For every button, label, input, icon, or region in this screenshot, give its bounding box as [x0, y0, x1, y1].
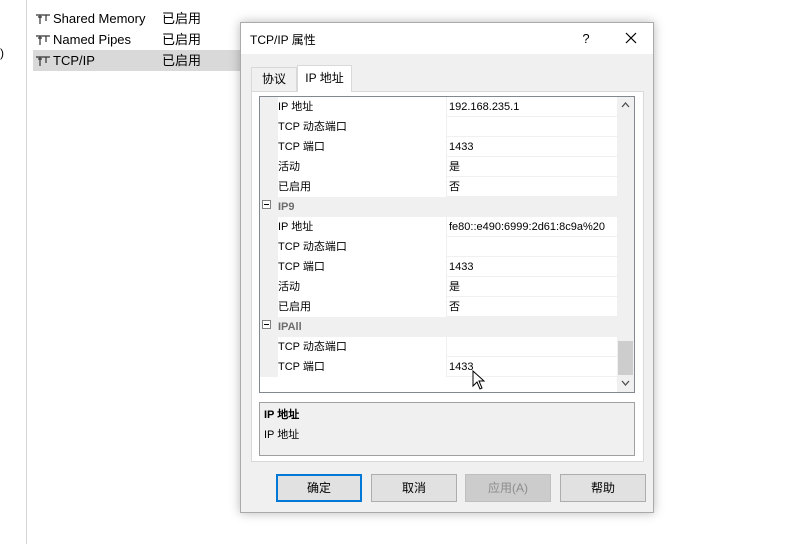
property-grid: IP 地址 192.168.235.1 TCP 动态端口 TCP 端口 1433 活动是已… [259, 96, 635, 393]
property-name: TCP 动态端口 [278, 237, 446, 257]
grid-gutter [260, 357, 278, 377]
grid-gutter [260, 157, 278, 177]
help-button[interactable]: 帮助 [560, 474, 646, 502]
grid-property-row[interactable]: IP 地址 fe80::e490:6999:2d61:8c9a%20 [260, 217, 617, 237]
grid-gutter [260, 117, 278, 137]
grid-gutter [260, 237, 278, 257]
apply-button[interactable]: 应用(A) [465, 474, 551, 502]
dialog-titlebar[interactable]: TCP/IP 属性 ? [241, 23, 653, 54]
property-name: 已启用 [278, 177, 446, 197]
scroll-up-icon[interactable] [617, 97, 634, 114]
property-name: 活动 [278, 277, 446, 297]
property-value[interactable]: 是 [446, 277, 617, 297]
collapse-toggle-icon[interactable] [262, 200, 271, 209]
tab-protocol[interactable]: 协议 [251, 67, 297, 91]
property-value[interactable]: 1433 [446, 257, 617, 277]
vertical-scrollbar[interactable] [617, 97, 634, 392]
grid-gutter [260, 277, 278, 297]
grid-property-row[interactable]: 活动是 [260, 277, 617, 297]
cancel-button[interactable]: 取消 [371, 474, 457, 502]
grid-property-row[interactable]: 已启用否 [260, 177, 617, 197]
property-grid-rows: IP 地址 192.168.235.1 TCP 动态端口 TCP 端口 1433 活动是已… [260, 97, 617, 392]
grid-gutter [260, 137, 278, 157]
grid-gutter [260, 217, 278, 237]
grid-category-row[interactable]: IP9 [260, 197, 617, 217]
property-value[interactable]: 1433 [446, 137, 617, 157]
grid-property-row[interactable]: TCP 端口 1433 [260, 357, 617, 377]
grid-property-row[interactable]: TCP 端口 1433 [260, 257, 617, 277]
ip-addresses-panel: IP 地址 192.168.235.1 TCP 动态端口 TCP 端口 1433 活动是已… [251, 91, 644, 462]
ok-button[interactable]: 确定 [276, 474, 362, 502]
protocol-row-named-pipes[interactable]: Named Pipes 已启用 [33, 29, 243, 50]
property-value[interactable]: 是 [446, 157, 617, 177]
protocol-status: 已启用 [162, 32, 202, 47]
grid-property-row[interactable]: TCP 动态端口 [260, 117, 617, 137]
property-name: TCP 端口 [278, 357, 446, 377]
grid-gutter [260, 97, 278, 117]
property-description: IP 地址 IP 地址 [259, 402, 635, 456]
description-title: IP 地址 [264, 409, 300, 421]
property-value[interactable] [446, 117, 617, 137]
grid-property-row[interactable]: 已启用否 [260, 297, 617, 317]
property-name: 活动 [278, 157, 446, 177]
grid-gutter [260, 297, 278, 317]
mouse-cursor-icon [472, 370, 486, 390]
protocol-list: Shared Memory 已启用 Named Pipes 已启用 TCP/IP… [33, 0, 243, 71]
network-protocol-icon [36, 35, 50, 45]
description-text: IP 地址 [264, 429, 300, 441]
network-protocol-icon [36, 14, 50, 24]
grid-gutter [260, 257, 278, 277]
grid-gutter [260, 337, 278, 357]
property-value[interactable]: fe80::e490:6999:2d61:8c9a%20 [446, 217, 617, 237]
close-icon [625, 32, 637, 44]
category-name: IPAll [278, 321, 302, 333]
grid-property-row[interactable]: TCP 动态端口 [260, 337, 617, 357]
property-value[interactable]: 192.168.235.1 [446, 97, 617, 117]
property-name: TCP 端口 [278, 137, 446, 157]
grid-category-row[interactable]: IPAll [260, 317, 617, 337]
grid-property-row[interactable]: TCP 动态端口 [260, 237, 617, 257]
collapse-toggle-icon[interactable] [262, 320, 271, 329]
property-value[interactable]: 否 [446, 297, 617, 317]
protocol-name: Shared Memory [53, 11, 146, 26]
left-pane-fragment: ) [0, 46, 4, 60]
dialog-title: TCP/IP 属性 [250, 33, 316, 47]
tab-strip: 协议 IP 地址 [251, 65, 644, 92]
protocol-row-tcpip[interactable]: TCP/IP 已启用 [33, 50, 243, 71]
property-value[interactable] [446, 237, 617, 257]
property-name: IP 地址 [278, 97, 446, 117]
scroll-down-icon[interactable] [617, 375, 634, 392]
scroll-thumb[interactable] [618, 341, 633, 375]
tcpip-properties-dialog: TCP/IP 属性 ? 协议 IP 地址 IP 地址 192.168.235.1 T… [240, 22, 654, 513]
property-name: TCP 端口 [278, 257, 446, 277]
close-button[interactable] [613, 23, 649, 54]
grid-property-row[interactable]: TCP 端口 1433 [260, 137, 617, 157]
property-name: TCP 动态端口 [278, 117, 446, 137]
property-name: IP 地址 [278, 217, 446, 237]
tab-ip-addresses[interactable]: IP 地址 [297, 65, 352, 92]
category-name: IP9 [278, 201, 295, 213]
protocol-status: 已启用 [162, 53, 202, 68]
protocol-row-clipped [33, 0, 243, 8]
property-value[interactable] [446, 337, 617, 357]
protocol-name: TCP/IP [53, 53, 95, 68]
protocol-row-shared-memory[interactable]: Shared Memory 已启用 [33, 8, 243, 29]
protocol-status: 已启用 [162, 11, 202, 26]
grid-property-row[interactable]: IP 地址 192.168.235.1 [260, 97, 617, 117]
help-question-button[interactable]: ? [571, 23, 601, 54]
property-name: TCP 动态端口 [278, 337, 446, 357]
protocol-name: Named Pipes [53, 32, 132, 47]
property-name: 已启用 [278, 297, 446, 317]
property-value[interactable]: 否 [446, 177, 617, 197]
network-protocol-icon [36, 56, 50, 66]
grid-gutter [260, 177, 278, 197]
grid-property-row[interactable]: 活动是 [260, 157, 617, 177]
